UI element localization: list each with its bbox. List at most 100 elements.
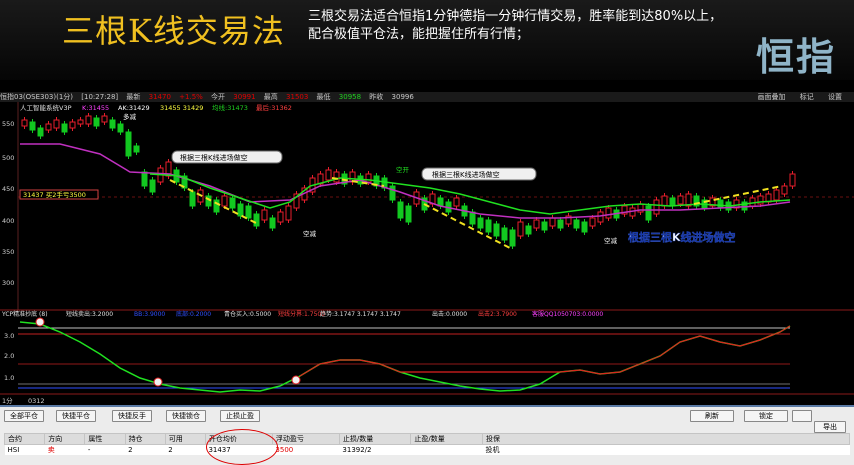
indicator-name: 人工智能系统V3P [20,103,72,112]
quote-change: +1.5% [179,93,203,101]
quick-close-button[interactable]: 快捷平仓 [56,410,96,422]
callout-text-2: 根据三根K线进场做空 [432,170,500,179]
candle-body [333,171,340,183]
candle-body [253,213,260,227]
cell-available: 2 [165,444,206,455]
quick-reverse-button[interactable]: 快捷反手 [112,410,152,422]
candle-body [277,211,284,223]
candle-body [589,217,596,227]
candle-body [485,219,492,233]
candle-body [597,211,604,223]
quote-bar: 恒指03(OSE303)(1分) [10:27:28] 最新 31470 +1.… [0,92,854,102]
candle-body [573,219,580,229]
table-row[interactable]: HSI 卖 - 2 2 31437 3500 31392/2 投机 [4,444,850,455]
candle-body [29,121,36,131]
candle-body [661,195,668,207]
quote-low-label: 最低 [316,93,331,101]
candle-body [85,115,92,125]
candle-body [261,209,268,221]
mark-button[interactable]: 标记 [800,93,814,101]
trade-panel: 全部平仓 快捷平仓 快捷反手 快捷锁仓 止损止盈 刷新 锁定 导出 合约 方向 … [0,405,854,465]
candle-body [541,221,548,231]
candle-body [53,119,60,129]
candle-body [229,197,236,209]
close-all-button[interactable]: 全部平仓 [4,410,44,422]
quote-time: [10:27:28] [81,93,119,101]
candle-body [117,123,124,133]
candle-body [189,191,196,207]
col-header: 方向 [44,433,86,445]
col-header: 浮动盈亏 [271,433,340,445]
lower-indicator-name: YCP精准抄底 (8) [1,310,48,318]
candle-body [141,171,148,187]
candle-body [21,119,28,127]
candle-body [45,123,52,131]
candle-body [501,227,508,241]
quote-symbol: 恒指03(OSE303)(1分) [0,93,74,101]
candle-body [493,223,500,237]
col-header: 开仓均价 [204,433,273,445]
quick-lock-button[interactable]: 快捷锁仓 [166,410,206,422]
candle-body [645,205,652,221]
position-table: 合约 方向 属性 持仓 可用 开仓均价 浮动盈亏 止损/数量 止盈/数量 投保 … [3,433,850,455]
chart-area[interactable]: 人工智能系统V3P K:31455 AK:31429 31455 31429 均… [0,102,854,405]
candle-body [581,221,588,233]
candle-body [365,173,372,183]
overlay-button[interactable]: 画面叠加 [758,93,786,101]
price-tick: 550 [2,120,14,128]
candle-body [213,199,220,213]
quote-prevclose: 30996 [391,93,414,101]
chart-canvas[interactable]: 人工智能系统V3P K:31455 AK:31429 31455 31429 均… [0,102,854,405]
price-tick: 300 [2,279,14,287]
candle-body [397,201,404,219]
cell-hedge: 投机 [482,444,850,455]
lower-indicator-item: 底部:0.2000 [176,310,211,318]
candle-body [477,217,484,229]
col-header: 合约 [3,433,46,445]
col-header: 持仓 [124,433,166,445]
candle-body [781,185,788,195]
candle-body [125,131,132,157]
signal-dot [153,377,163,387]
banner-title: 三根K线交易法 [62,12,285,50]
cell-attr: - [84,444,126,455]
lower-indicator-item: 出击2:3.7900 [478,310,517,318]
lower-indicator-item: 趋势:3.1747 3.1747 3.1747 [320,310,401,318]
col-header: 可用 [164,433,206,445]
candle-body [101,115,108,123]
candle-body [133,145,140,153]
col-header: 属性 [84,433,126,445]
indicator-k: K:31455 [82,104,109,112]
extra-button[interactable] [792,410,812,422]
candle-body [221,195,228,207]
price-tick: 500 [2,154,14,162]
banner-desc-line-2: 配合极值平仓法，能把握住所有行情； [308,27,530,42]
lower-indicator-item: 出击:0.0000 [432,310,467,318]
cell-floating-pnl: 3500 [272,444,340,455]
col-header: 止损/数量 [338,433,412,445]
candle-body [469,211,476,225]
export-button[interactable]: 导出 [814,421,846,433]
candle-body [245,205,252,219]
timebar-interval: 1分 [2,396,13,405]
lower-indicator-item: 青仓买入:0.5000 [224,310,271,318]
settings-button[interactable]: 设置 [828,93,842,101]
refresh-button[interactable]: 刷新 [690,410,734,422]
callout-text-1: 根据三根K线进场做空 [180,153,248,162]
candle-body [677,195,684,205]
indicator-last: 最后:31362 [256,103,292,112]
lower-indicator-item: BB:3.9000 [134,311,165,318]
price-tick: 400 [2,217,14,225]
indicator-ma: 均线:31473 [212,103,248,112]
candle-body [61,123,68,133]
col-header: 投保 [482,433,850,445]
candle-body [669,197,676,207]
table-header-row: 合约 方向 属性 持仓 可用 开仓均价 浮动盈亏 止损/数量 止盈/数量 投保 [3,433,850,445]
signal-label: 多减 [123,112,137,121]
cell-take-profit [410,444,483,455]
lock-button[interactable]: 锁定 [744,410,788,422]
candle-body [237,203,244,217]
lower-indicator-item: 客服QQ1050703:0.0000 [532,310,603,318]
candle-body [549,217,556,227]
stop-loss-button[interactable]: 止损止盈 [220,410,260,422]
